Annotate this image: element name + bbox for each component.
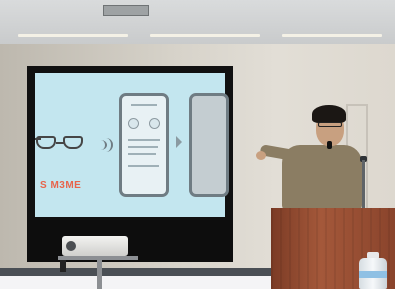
slide-phone-illustration-2 [189, 93, 229, 197]
projector-lens [66, 241, 76, 251]
slide-brand-text: S M3ME [40, 180, 82, 191]
phone-ui-line [128, 139, 160, 141]
phone-ui-line [131, 104, 157, 106]
phone-eye-icon [128, 118, 139, 129]
ceiling-light [150, 34, 260, 37]
presenter-body [282, 145, 362, 211]
mic-stand [362, 160, 365, 212]
phone-ui-line [128, 146, 158, 148]
phone-face-icon [149, 118, 160, 129]
phone-ui-line [128, 153, 156, 155]
ceiling-vent [103, 5, 149, 16]
handheld-mic [327, 141, 332, 149]
slide-phone-illustration [119, 93, 169, 197]
water-bottle-label [359, 271, 387, 278]
projector-cart-pole [97, 259, 102, 289]
presenter-hand [256, 151, 266, 160]
glasses-lens-left [36, 136, 56, 149]
ceiling-light [18, 34, 128, 37]
slide-arrow-icon [176, 136, 182, 148]
phone-ui-line [128, 165, 159, 167]
glasses-lens-right [63, 136, 83, 149]
conference-photo: S M3ME [0, 0, 395, 289]
glasses-bridge [56, 142, 64, 147]
ceiling-light [282, 34, 382, 37]
signal-wave-icon [99, 138, 113, 152]
presenter-glasses [318, 122, 342, 127]
ceiling [0, 0, 395, 44]
screen-stand-leg [60, 258, 66, 272]
presenter-hair [312, 105, 346, 123]
